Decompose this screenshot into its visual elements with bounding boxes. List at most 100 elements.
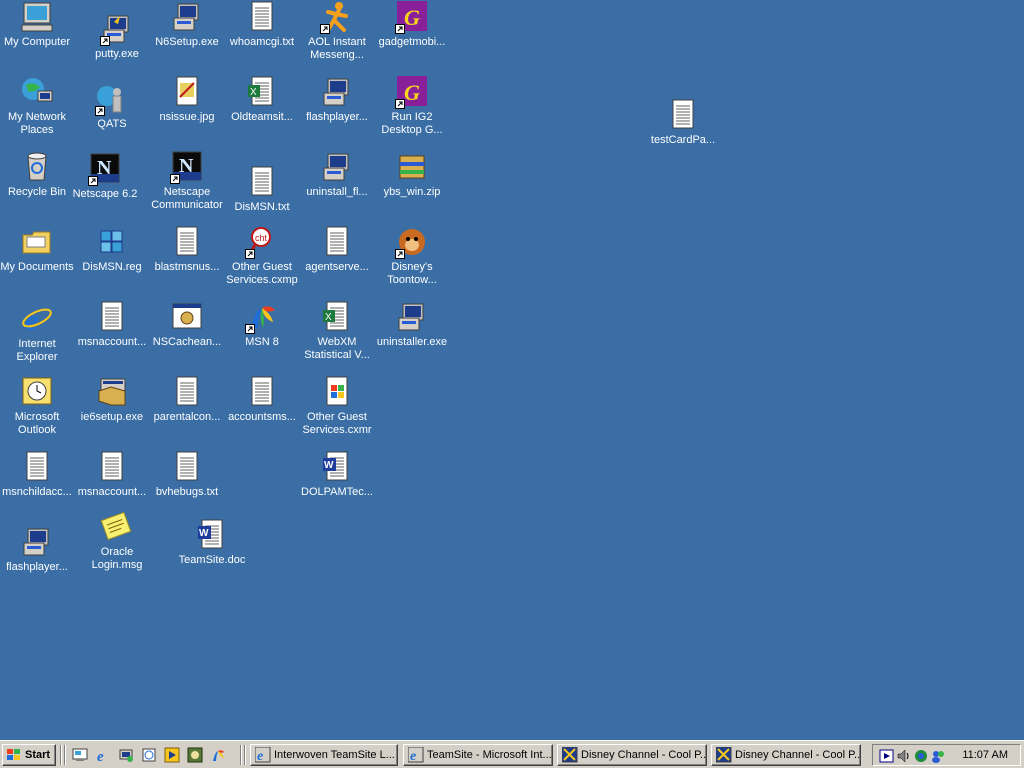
netscape-62-icon: N: [88, 152, 122, 186]
desktop-item-label: Netscape 6.2: [72, 188, 138, 200]
ybs-win-zip-icon: [395, 150, 429, 184]
clock[interactable]: 11:07 AM: [962, 749, 1008, 761]
media-tray-icon[interactable]: [879, 748, 895, 764]
quick-launch-app-icon[interactable]: [187, 747, 203, 763]
desktop-item-label: gadgetmobi...: [378, 36, 446, 48]
recycle-bin-desktop-item[interactable]: Recycle Bin: [0, 150, 74, 199]
ie6setup-exe-desktop-item[interactable]: ie6setup.exe: [75, 375, 149, 424]
webxm-statistical-icon: X: [320, 300, 354, 334]
quick-launch-network-icon[interactable]: [118, 747, 134, 763]
desktop-item-label: blastmsnus...: [154, 261, 220, 273]
dismsn-txt-desktop-item[interactable]: DisMSN.txt: [225, 165, 299, 214]
oracle-login-msg-icon: [100, 510, 134, 544]
internet-explorer-icon: e: [254, 746, 271, 764]
desktop-item-label: DOLPAMTec...: [301, 486, 373, 498]
desktop-item-label: parentalcon...: [153, 411, 221, 423]
uninstaller-exe-desktop-item[interactable]: uninstaller.exe: [375, 300, 449, 349]
nsissue-jpg-desktop-item[interactable]: nsissue.jpg: [150, 75, 224, 124]
taskbar-button[interactable]: e Interwoven TeamSite L...: [250, 744, 398, 766]
msnchildacc-icon: [20, 450, 54, 484]
quick-launch-outlook-icon[interactable]: [141, 747, 157, 763]
desktop-item-label: My Network Places: [7, 111, 67, 136]
my-documents-desktop-item[interactable]: My Documents: [0, 225, 74, 274]
putty-exe-desktop-item[interactable]: putty.exe: [80, 12, 154, 61]
desktop-item-label: Oldteamsit...: [231, 111, 293, 123]
recycle-bin-icon: [20, 150, 54, 184]
taskbar-button[interactable]: Disney Channel - Cool P...: [557, 744, 707, 766]
taskbar-separator: [60, 745, 62, 765]
taskbar-button[interactable]: Disney Channel - Cool P...: [711, 744, 861, 766]
accountsms-desktop-item[interactable]: accountsms...: [225, 375, 299, 424]
bvhebugs-txt-icon: [170, 450, 204, 484]
dismsn-reg-desktop-item[interactable]: DisMSN.reg: [75, 225, 149, 274]
whoamcgi-txt-desktop-item[interactable]: whoamcgi.txt: [225, 0, 299, 49]
test-card-desktop-item[interactable]: testCardPa...: [646, 98, 720, 147]
agentserve-desktop-item[interactable]: agentserve...: [300, 225, 374, 274]
uninstaller-exe-icon: [395, 300, 429, 334]
blastmsnus-icon: [170, 225, 204, 259]
messenger-tray-icon[interactable]: [930, 748, 946, 764]
oldteamsite-desktop-item[interactable]: X Oldteamsit...: [225, 75, 299, 124]
msnaccount-desktop-item[interactable]: msnaccount...: [75, 300, 149, 349]
aol-instant-messenger-desktop-item[interactable]: AOL Instant Messeng...: [300, 0, 374, 62]
svg-text:e: e: [25, 304, 38, 336]
taskbar-separator: [244, 745, 246, 765]
desktop-item-label: Internet Explorer: [16, 338, 58, 363]
msnchildacc-desktop-item[interactable]: msnchildacc...: [0, 450, 74, 499]
oracle-login-msg-desktop-item[interactable]: Oracle Login.msg: [80, 510, 154, 572]
quick-launch-msn-icon[interactable]: [210, 747, 226, 763]
teamsite-doc-icon: W: [195, 518, 229, 552]
gadgetmobi-desktop-item[interactable]: Ggadgetmobi...: [375, 0, 449, 49]
n6setup-exe-icon: [170, 0, 204, 34]
nscachean-desktop-item[interactable]: NSCachean...: [150, 300, 224, 349]
qats-desktop-item[interactable]: QATS: [75, 82, 149, 131]
shortcut-arrow-icon: [245, 324, 255, 334]
network-tray-icon[interactable]: [913, 748, 929, 764]
internet-explorer-icon: e: [20, 302, 54, 337]
msnaccount2-icon: [95, 450, 129, 484]
svg-text:W: W: [199, 528, 209, 539]
msnaccount2-desktop-item[interactable]: msnaccount...: [75, 450, 149, 499]
other-guest-cxmr-desktop-item[interactable]: Other Guest Services.cxmr: [300, 375, 374, 437]
desktop-item-label: WebXM Statistical V...: [304, 336, 370, 361]
dolpamtec-desktop-item[interactable]: W DOLPAMTec...: [300, 450, 374, 499]
uninstall-fl-desktop-item[interactable]: uninstall_fl...: [300, 150, 374, 199]
desktop[interactable]: My Computer putty.exe N6Setup.exe whoamcgi.…: [0, 0, 1024, 740]
whoamcgi-txt-icon: [245, 0, 279, 34]
parentalcon-desktop-item[interactable]: parentalcon...: [150, 375, 224, 424]
webxm-statistical-desktop-item[interactable]: X WebXM Statistical V...: [300, 300, 374, 362]
quick-launch-media-icon[interactable]: [164, 747, 180, 763]
volume-icon[interactable]: [896, 748, 912, 764]
my-computer-icon: [20, 0, 54, 34]
microsoft-outlook-desktop-item[interactable]: Microsoft Outlook: [0, 375, 74, 437]
netscape-62-desktop-item[interactable]: N Netscape 6.2: [68, 152, 142, 201]
msn8-desktop-item[interactable]: MSN 8: [225, 300, 299, 349]
msn8-icon: [245, 300, 279, 334]
taskbar-separator: [240, 745, 242, 765]
flashplayer2-desktop-item[interactable]: flashplayer...: [0, 525, 74, 574]
teamsite-doc-desktop-item[interactable]: W TeamSite.doc: [175, 518, 249, 567]
n6setup-exe-desktop-item[interactable]: N6Setup.exe: [150, 0, 224, 49]
taskbar-button[interactable]: e TeamSite - Microsoft Int...: [403, 744, 553, 766]
run-ig2-desktop-item[interactable]: G Run IG2 Desktop G...: [375, 75, 449, 137]
svg-text:W: W: [324, 460, 334, 471]
my-computer-desktop-item[interactable]: My Computer: [0, 0, 74, 49]
quick-launch-desktop-icon[interactable]: [72, 747, 88, 763]
bvhebugs-txt-desktop-item[interactable]: bvhebugs.txt: [150, 450, 224, 499]
quick-launch-ie-icon[interactable]: e: [95, 747, 111, 765]
desktop-item-label: testCardPa...: [650, 134, 716, 146]
other-guest-cxmp-desktop-item[interactable]: cht Other Guest Services.cxmp: [225, 225, 299, 287]
desktop-item-label: Microsoft Outlook: [14, 411, 60, 436]
flashplayer-desktop-item[interactable]: flashplayer...: [300, 75, 374, 124]
shortcut-arrow-icon: [245, 249, 255, 259]
blastmsnus-desktop-item[interactable]: blastmsnus...: [150, 225, 224, 274]
netscape-communicator-desktop-item[interactable]: N Netscape Communicator: [150, 150, 224, 212]
disneys-toontown-desktop-item[interactable]: Disney's Toontow...: [375, 225, 449, 287]
internet-explorer-desktop-item[interactable]: e Internet Explorer: [0, 302, 74, 364]
desktop-item-label: bvhebugs.txt: [155, 486, 219, 498]
start-button[interactable]: Start: [2, 744, 56, 766]
svg-text:N: N: [179, 155, 194, 177]
my-network-places-desktop-item[interactable]: My Network Places: [0, 75, 74, 137]
ybs-win-zip-desktop-item[interactable]: ybs_win.zip: [375, 150, 449, 199]
desktop-item-label: flashplayer...: [6, 561, 68, 573]
